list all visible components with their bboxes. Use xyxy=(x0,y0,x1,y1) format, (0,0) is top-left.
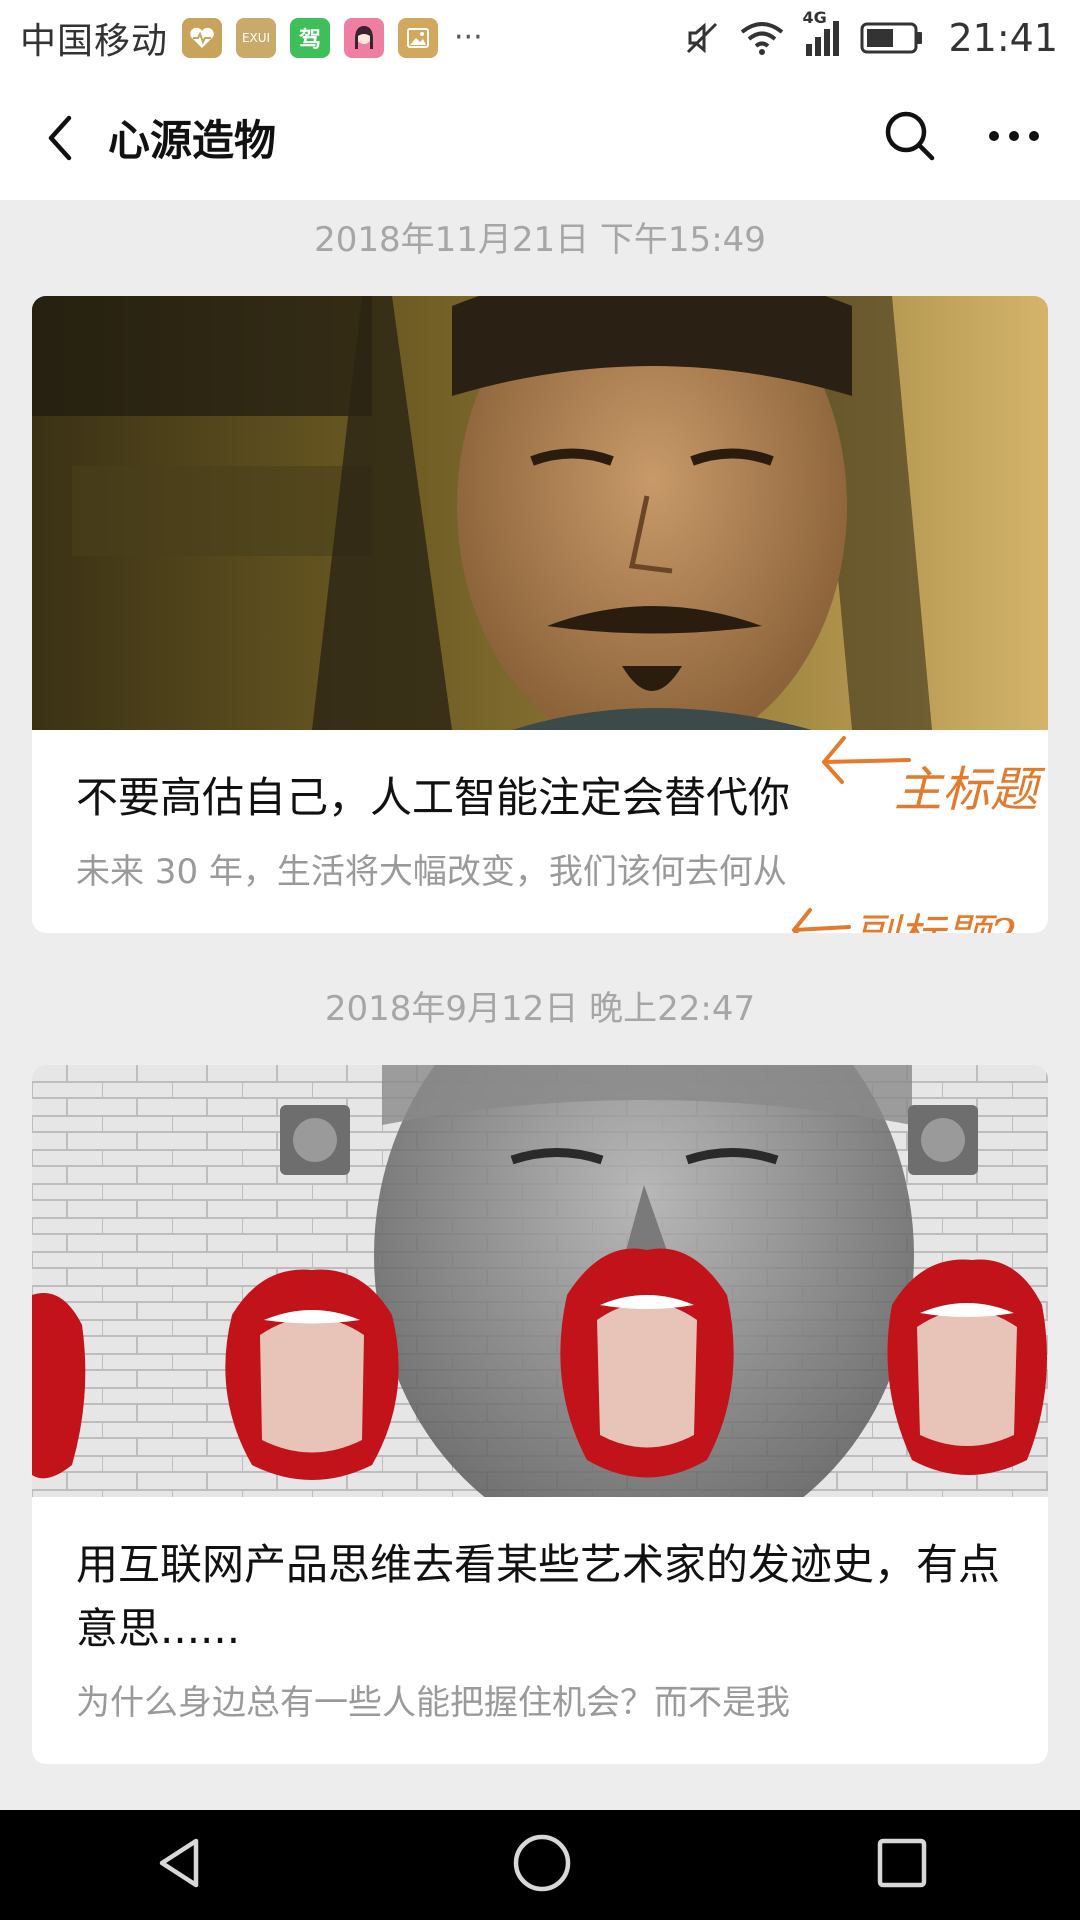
system-navigation-bar xyxy=(0,1810,1080,1920)
title-bar: 心源造物 xyxy=(0,75,1080,200)
notification-icons: EXUI 驾 ··· xyxy=(182,17,483,58)
article-feed: 2018年11月21日 下午15:49 不要高估自己，人工智能注定会替代你 未来… xyxy=(0,200,1080,1764)
mute-icon xyxy=(682,18,722,58)
signal-icon: 4G xyxy=(802,8,842,58)
article-text: 不要高估自己，人工智能注定会替代你 未来 30 年，生活将大幅改变，我们该何去何… xyxy=(32,730,1048,933)
nav-home-button[interactable] xyxy=(512,1833,572,1897)
article-date: 2018年11月21日 下午15:49 xyxy=(314,220,766,260)
lips-urinal xyxy=(560,1248,734,1478)
article-subtitle: 为什么身边总有一些人能把握住机会？而不是我 xyxy=(76,1683,790,1723)
article-card[interactable]: 不要高估自己，人工智能注定会替代你 未来 30 年，生活将大幅改变，我们该何去何… xyxy=(32,296,1048,933)
annotation-arrow-icon xyxy=(792,908,851,933)
back-arrow-icon xyxy=(48,115,72,160)
square-recents-icon xyxy=(877,1838,927,1888)
health-icon xyxy=(182,17,223,58)
search-button[interactable] xyxy=(884,110,936,166)
status-bar: 中国移动 EXUI 驾 ··· 4G 21:41 xyxy=(0,0,1080,75)
system-status: 4G 21:41 xyxy=(682,0,1058,75)
handwritten-annotation: 副标题? xyxy=(852,900,1015,933)
lips-urinal xyxy=(225,1269,399,1480)
article-cover-image xyxy=(32,296,1048,730)
nav-recents-button[interactable] xyxy=(876,1837,928,1893)
handwritten-annotation: 主标题 xyxy=(894,762,1039,818)
annotation-arrow-icon xyxy=(822,736,911,784)
battery-icon xyxy=(860,21,924,55)
article-card[interactable]: 用互联网产品思维去看某些艺术家的发迹史，有点意思...... 为什么身边总有一些… xyxy=(32,1065,1048,1764)
article-cover-image xyxy=(32,1065,1048,1497)
driving-icon: 驾 xyxy=(290,17,331,58)
more-button[interactable] xyxy=(988,128,1040,147)
article-date: 2018年9月12日 晚上22:47 xyxy=(324,989,756,1029)
article-subtitle: 未来 30 年，生活将大幅改变，我们该何去何从 xyxy=(76,852,787,892)
triangle-back-icon xyxy=(159,1838,199,1888)
back-button[interactable] xyxy=(30,108,90,168)
circle-home-icon xyxy=(513,1834,571,1892)
title-bar-actions xyxy=(884,75,1040,200)
more-dots-icon xyxy=(989,131,1039,141)
wifi-icon xyxy=(740,20,784,56)
girl-icon xyxy=(344,17,385,58)
article-text: 用互联网产品思维去看某些艺术家的发迹史，有点意思...... 为什么身边总有一些… xyxy=(32,1497,1048,1764)
page-title: 心源造物 xyxy=(108,116,277,165)
carrier-name: 中国移动 xyxy=(20,20,169,62)
lips-urinal xyxy=(887,1259,1047,1475)
more-notifications-icon: ··· xyxy=(454,20,483,55)
exui-icon: EXUI xyxy=(236,17,277,58)
nav-back-button[interactable] xyxy=(152,1835,208,1895)
clock: 21:41 xyxy=(948,15,1058,60)
article-title: 用互联网产品思维去看某些艺术家的发迹史，有点意思...... xyxy=(76,1540,1001,1653)
gallery-icon xyxy=(398,17,439,58)
search-icon xyxy=(885,111,935,160)
